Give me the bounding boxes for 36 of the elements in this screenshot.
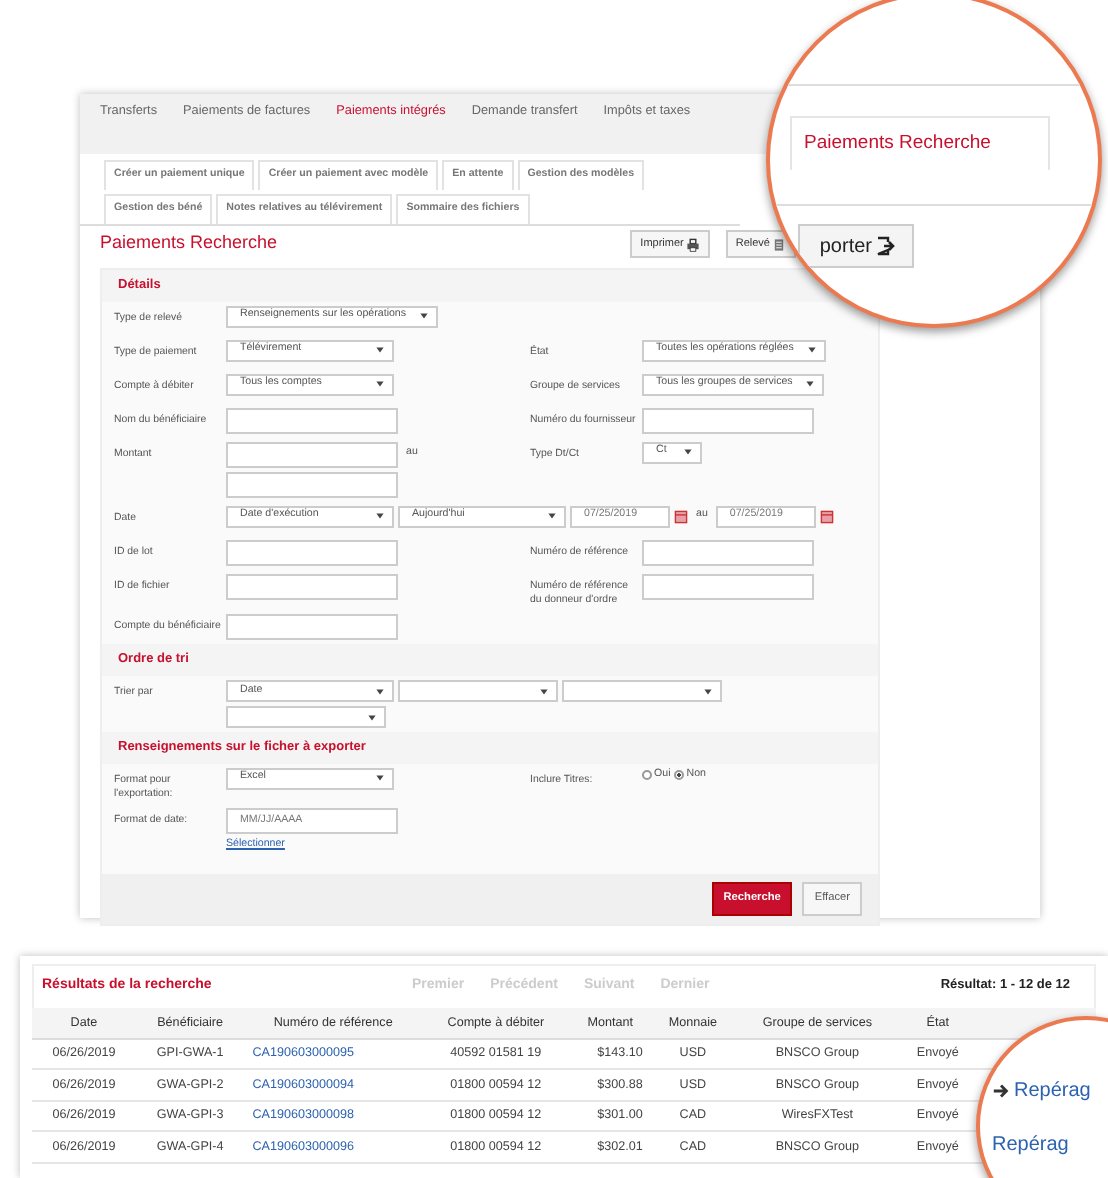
tracking-link[interactable]: Repérag — [992, 1130, 1069, 1160]
zoomed-tab[interactable]: Paiements Recherche — [790, 116, 1050, 171]
input-field[interactable] — [226, 539, 398, 566]
export-icon — [876, 236, 896, 256]
radio-button[interactable] — [642, 770, 652, 781]
input-field[interactable] — [226, 441, 398, 468]
tracking-link[interactable]: Repérag — [992, 1076, 1091, 1106]
dropdown[interactable] — [398, 680, 558, 703]
caret-icon — [418, 310, 431, 323]
caret-icon — [682, 446, 694, 459]
input-field[interactable] — [226, 407, 398, 434]
dropdown[interactable] — [226, 706, 386, 729]
caret-icon — [546, 510, 558, 523]
input-field[interactable] — [226, 614, 398, 641]
radio-button[interactable] — [674, 770, 685, 781]
caret-icon — [538, 685, 550, 698]
input-field[interactable] — [226, 471, 398, 498]
caret-icon — [374, 378, 386, 391]
printer-icon — [685, 237, 700, 251]
document-icon — [772, 237, 786, 251]
caret-icon — [805, 344, 818, 357]
caret-icon — [702, 685, 714, 698]
caret-icon — [374, 772, 386, 785]
dropdown[interactable] — [562, 680, 722, 703]
calendar-icon — [674, 509, 688, 524]
page-title: Paiements Recherche — [100, 230, 280, 257]
input-field[interactable] — [642, 573, 814, 600]
caret-icon — [804, 378, 817, 391]
arrow-icon — [992, 1082, 1010, 1100]
input-field[interactable] — [642, 539, 814, 566]
export-button[interactable]: porter — [798, 224, 914, 268]
caret-icon — [374, 344, 386, 357]
input-field[interactable] — [226, 573, 398, 600]
calendar-icon — [819, 509, 834, 524]
caret-icon — [374, 510, 386, 523]
input-field[interactable] — [642, 407, 814, 434]
